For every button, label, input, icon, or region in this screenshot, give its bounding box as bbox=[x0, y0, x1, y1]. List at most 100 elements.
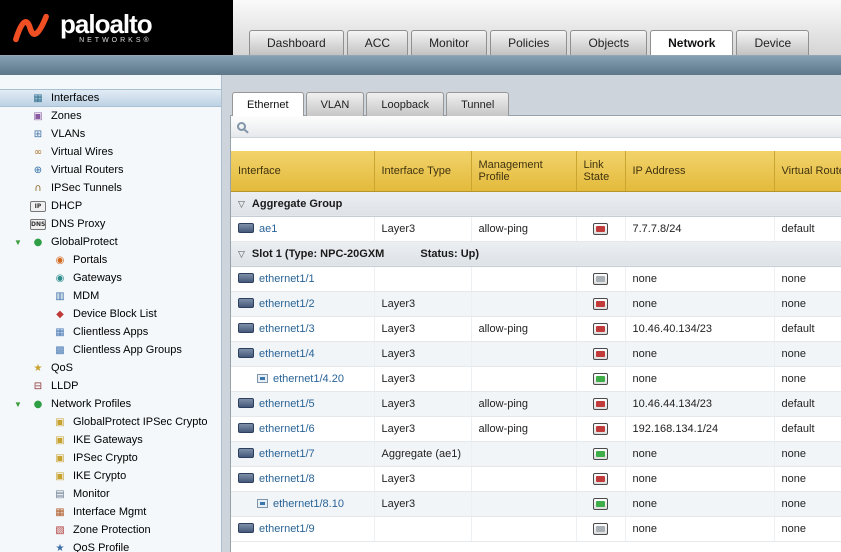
sidebar-item-zones[interactable]: ▣Zones bbox=[0, 107, 221, 125]
expand-arrow-icon[interactable]: ▼ bbox=[14, 400, 22, 409]
sidebar-item-mdm[interactable]: ▥MDM bbox=[0, 287, 221, 305]
nav-tab-monitor[interactable]: Monitor bbox=[411, 30, 487, 55]
sidebar-item-ike-gateways[interactable]: ▣IKE Gateways bbox=[0, 431, 221, 449]
sidebar-item-ipsec-crypto[interactable]: ▣IPSec Crypto bbox=[0, 449, 221, 467]
group-header-cell: ▽Slot 1 (Type: NPC-20GXMStatus: Up) bbox=[231, 241, 841, 266]
nav-tab-device[interactable]: Device bbox=[736, 30, 809, 55]
zones-icon: ▣ bbox=[30, 110, 46, 123]
sidebar-item-vlans[interactable]: ⊞VLANs bbox=[0, 125, 221, 143]
column-header-virtual-router[interactable]: Virtual Router bbox=[774, 151, 841, 191]
interface-link[interactable]: ethernet1/2 bbox=[259, 298, 315, 310]
sidebar-item-label: GlobalProtect IPSec Crypto bbox=[73, 416, 208, 428]
interface-link[interactable]: ethernet1/8 bbox=[259, 473, 315, 485]
nav-tab-network[interactable]: Network bbox=[650, 30, 733, 55]
table-row[interactable]: ethernet1/3Layer3allow-ping10.46.40.134/… bbox=[231, 316, 841, 341]
sidebar-item-lldp[interactable]: ⊟LLDP bbox=[0, 377, 221, 395]
management-profile-cell bbox=[471, 466, 576, 491]
sidebar-item-ike-crypto[interactable]: ▣IKE Crypto bbox=[0, 467, 221, 485]
sidebar-item-clientless-app-groups[interactable]: ▩Clientless App Groups bbox=[0, 341, 221, 359]
lldp-icon: ⊟ bbox=[30, 380, 46, 393]
table-row[interactable]: ethernet1/8.10Layer3nonenone bbox=[231, 491, 841, 516]
search-icon[interactable] bbox=[237, 122, 246, 131]
interface-icon bbox=[238, 273, 254, 283]
sidebar-item-dhcp[interactable]: IPDHCP bbox=[0, 197, 221, 215]
expand-arrow-icon[interactable]: ▼ bbox=[14, 238, 22, 247]
virtual-router-cell: default bbox=[774, 216, 841, 241]
sidebar-item-interfaces[interactable]: ▦Interfaces bbox=[0, 89, 221, 107]
table-row[interactable]: ethernet1/9nonenone bbox=[231, 516, 841, 541]
table-row[interactable]: ethernet1/6Layer3allow-ping192.168.134.1… bbox=[231, 416, 841, 441]
interface-link[interactable]: ethernet1/1 bbox=[259, 273, 315, 285]
group-title: Slot 1 (Type: NPC-20GXM bbox=[252, 248, 384, 260]
interfaces-table: InterfaceInterface TypeManagement Profil… bbox=[231, 151, 841, 542]
sidebar-item-globalprotect[interactable]: ▼●GlobalProtect bbox=[0, 233, 221, 251]
sidebar-item-qos[interactable]: ★QoS bbox=[0, 359, 221, 377]
interface-type-cell: Layer3 bbox=[374, 466, 471, 491]
interface-link[interactable]: ethernet1/9 bbox=[259, 523, 315, 535]
tab-tunnel[interactable]: Tunnel bbox=[446, 92, 509, 116]
table-row[interactable]: ethernet1/1nonenone bbox=[231, 266, 841, 291]
device-block-list-icon: ◆ bbox=[52, 308, 68, 321]
sidebar-item-globalprotect-ipsec-crypto[interactable]: ▣GlobalProtect IPSec Crypto bbox=[0, 413, 221, 431]
tab-ethernet[interactable]: Ethernet bbox=[232, 92, 304, 116]
interface-link[interactable]: ethernet1/5 bbox=[259, 398, 315, 410]
table-row[interactable]: ethernet1/7Aggregate (ae1)nonenone bbox=[231, 441, 841, 466]
sidebar-item-virtual-wires[interactable]: ∞Virtual Wires bbox=[0, 143, 221, 161]
sidebar-item-qos-profile[interactable]: ★QoS Profile bbox=[0, 539, 221, 552]
link-state-cell bbox=[576, 516, 625, 541]
nav-tab-dashboard[interactable]: Dashboard bbox=[249, 30, 344, 55]
sidebar-item-ipsec-tunnels[interactable]: ∩IPSec Tunnels bbox=[0, 179, 221, 197]
sidebar-item-monitor[interactable]: ▤Monitor bbox=[0, 485, 221, 503]
sidebar-item-zone-protection[interactable]: ▧Zone Protection bbox=[0, 521, 221, 539]
interface-link[interactable]: ethernet1/8.10 bbox=[273, 498, 344, 510]
sidebar-item-virtual-routers[interactable]: ⊕Virtual Routers bbox=[0, 161, 221, 179]
virtual-router-cell: default bbox=[774, 316, 841, 341]
interface-link[interactable]: ethernet1/3 bbox=[259, 323, 315, 335]
table-row[interactable]: ethernet1/4.20Layer3nonenone bbox=[231, 366, 841, 391]
header-divider-bar bbox=[0, 55, 841, 75]
sidebar-item-dns-proxy[interactable]: DNSDNS Proxy bbox=[0, 215, 221, 233]
interface-cell: ethernet1/8 bbox=[231, 466, 374, 491]
table-row[interactable]: ae1Layer3allow-ping7.7.7.8/24default bbox=[231, 216, 841, 241]
sidebar-item-interface-mgmt[interactable]: ▦Interface Mgmt bbox=[0, 503, 221, 521]
column-header-interface[interactable]: Interface bbox=[231, 151, 374, 191]
interface-link[interactable]: ethernet1/7 bbox=[259, 448, 315, 460]
content-panel: InterfaceInterface TypeManagement Profil… bbox=[230, 115, 841, 552]
sidebar-item-gateways[interactable]: ◉Gateways bbox=[0, 269, 221, 287]
sidebar-item-label: Device Block List bbox=[73, 308, 157, 320]
table-row[interactable]: ethernet1/4Layer3nonenone bbox=[231, 341, 841, 366]
link-state-cell bbox=[576, 391, 625, 416]
tab-loopback[interactable]: Loopback bbox=[366, 92, 444, 116]
interface-link[interactable]: ethernet1/4.20 bbox=[273, 373, 344, 385]
collapse-group-icon[interactable]: ▽ bbox=[238, 250, 245, 260]
interface-type-cell: Layer3 bbox=[374, 316, 471, 341]
nav-tab-objects[interactable]: Objects bbox=[570, 30, 647, 55]
nav-tab-acc[interactable]: ACC bbox=[347, 30, 408, 55]
collapse-group-icon[interactable]: ▽ bbox=[238, 200, 245, 210]
ip-address-cell: none bbox=[625, 491, 774, 516]
interface-link[interactable]: ethernet1/4 bbox=[259, 348, 315, 360]
management-profile-cell: allow-ping bbox=[471, 216, 576, 241]
management-profile-cell bbox=[471, 441, 576, 466]
interface-link[interactable]: ae1 bbox=[259, 223, 277, 235]
column-header-management-profile[interactable]: Management Profile bbox=[471, 151, 576, 191]
tab-vlan[interactable]: VLAN bbox=[306, 92, 365, 116]
link-state-down-icon bbox=[593, 223, 608, 235]
column-header-ip-address[interactable]: IP Address bbox=[625, 151, 774, 191]
interface-link[interactable]: ethernet1/6 bbox=[259, 423, 315, 435]
column-header-link-state[interactable]: Link State bbox=[576, 151, 625, 191]
table-row[interactable]: ethernet1/2Layer3nonenone bbox=[231, 291, 841, 316]
ike-gateways-icon: ▣ bbox=[52, 434, 68, 447]
sidebar-item-network-profiles[interactable]: ▼●Network Profiles bbox=[0, 395, 221, 413]
nav-tab-policies[interactable]: Policies bbox=[490, 30, 567, 55]
filter-input[interactable] bbox=[254, 116, 841, 137]
sidebar-item-label: Interfaces bbox=[51, 92, 99, 104]
table-row[interactable]: ethernet1/5Layer3allow-ping10.46.44.134/… bbox=[231, 391, 841, 416]
sidebar-item-portals[interactable]: ◉Portals bbox=[0, 251, 221, 269]
interface-icon bbox=[238, 348, 254, 358]
management-profile-cell bbox=[471, 366, 576, 391]
column-header-interface-type[interactable]: Interface Type bbox=[374, 151, 471, 191]
table-row[interactable]: ethernet1/8Layer3nonenone bbox=[231, 466, 841, 491]
sidebar-item-clientless-apps[interactable]: ▦Clientless Apps bbox=[0, 323, 221, 341]
sidebar-item-device-block-list[interactable]: ◆ Device Block List bbox=[0, 305, 221, 323]
